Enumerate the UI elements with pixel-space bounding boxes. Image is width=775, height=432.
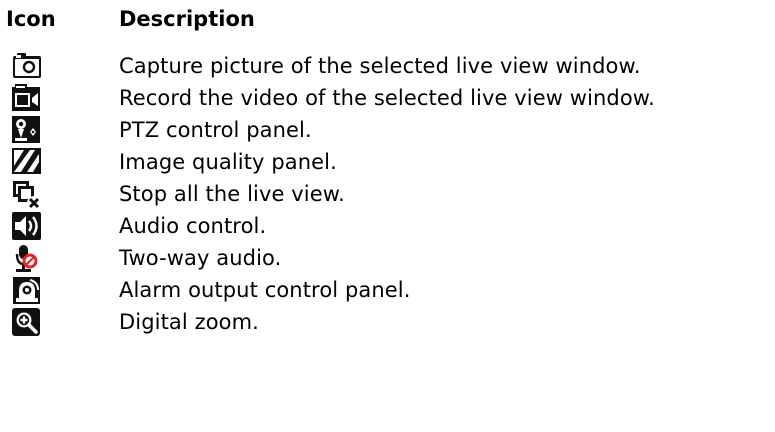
row-description: Audio control. — [119, 214, 267, 238]
row-description: Digital zoom. — [119, 310, 259, 334]
row-description: Stop all the live view. — [119, 182, 345, 206]
video-record-icon — [12, 84, 42, 114]
digital-zoom-icon — [12, 308, 42, 338]
table-header: Icon Description — [0, 4, 775, 44]
row-description: PTZ control panel. — [119, 118, 312, 142]
row-description: Capture picture of the selected live vie… — [119, 54, 641, 78]
description-column-header: Description — [119, 7, 255, 31]
two-way-audio-icon — [12, 244, 42, 274]
stop-live-view-icon — [12, 180, 42, 210]
speaker-icon — [12, 212, 42, 242]
row-description: Record the video of the selected live vi… — [119, 86, 655, 110]
image-quality-icon — [12, 148, 42, 178]
ptz-control-icon — [12, 116, 42, 146]
table-row: Digital zoom. — [0, 308, 775, 348]
icon-column-header: Icon — [6, 7, 56, 31]
alarm-output-icon — [12, 276, 42, 306]
row-description: Image quality panel. — [119, 150, 337, 174]
row-description: Alarm output control panel. — [119, 278, 411, 302]
row-description: Two-way audio. — [119, 246, 282, 270]
camera-icon — [12, 52, 42, 82]
